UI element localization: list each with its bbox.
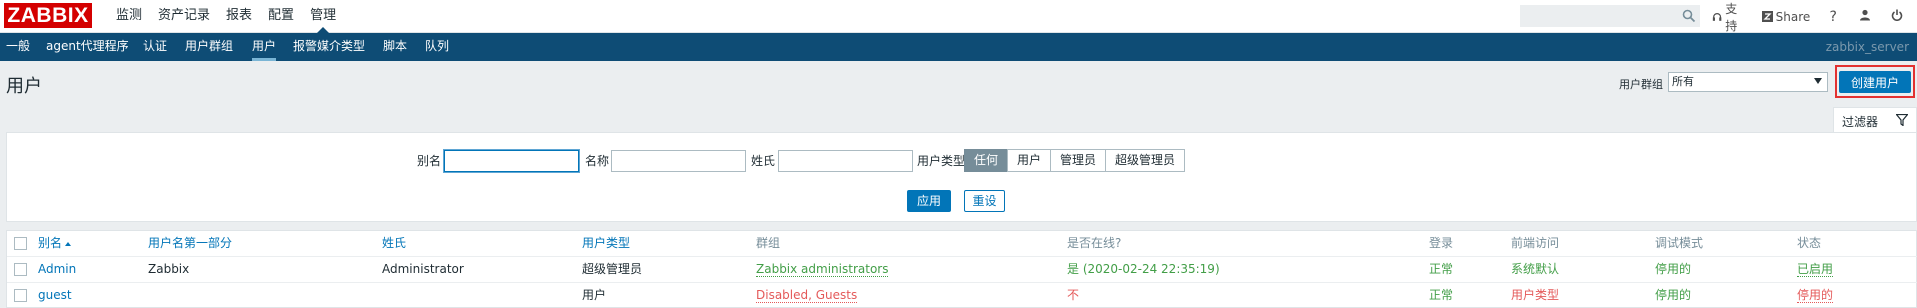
column-groups: 群组	[756, 236, 781, 250]
menu-configuration[interactable]: 配置	[260, 0, 302, 33]
row-checkbox[interactable]	[14, 289, 27, 302]
user-type-label: 用户类型	[917, 154, 966, 168]
user-type: 用户	[582, 288, 607, 302]
headset-icon	[1712, 12, 1722, 21]
sign-out-icon[interactable]	[1890, 9, 1904, 25]
usergroup-filter-label: 用户群组	[1619, 78, 1663, 91]
create-user-button[interactable]: 创建用户	[1839, 71, 1911, 93]
page-title: 用户	[6, 76, 42, 97]
user-alias-link[interactable]: guest	[38, 283, 72, 308]
user-type-user[interactable]: 用户	[1007, 149, 1052, 172]
user-groups-link[interactable]: Zabbix administrators	[756, 257, 889, 283]
help-icon[interactable]: ?	[1826, 9, 1840, 25]
name-label: 名称	[585, 154, 610, 168]
subnav-queue[interactable]: 队列	[425, 33, 449, 61]
sort-asc-icon	[65, 241, 72, 246]
column-online: 是否在线?	[1067, 236, 1122, 250]
subnav-media-types[interactable]: 报警媒介类型	[293, 33, 365, 61]
table-row: Admin Zabbix Administrator 超级管理员 Zabbix …	[7, 257, 1917, 283]
subnav-user-groups[interactable]: 用户群组	[185, 33, 233, 61]
chevron-down-icon	[1814, 78, 1822, 84]
user-alias-link[interactable]: Admin	[38, 257, 76, 283]
sub-nav: 一般 agent代理程序 认证 用户群组 用户 报警媒介类型 脚本 队列 zab…	[0, 33, 1917, 61]
name-input[interactable]	[611, 150, 746, 172]
menu-administration[interactable]: 管理	[302, 0, 344, 33]
user-profile-icon[interactable]	[1858, 9, 1872, 25]
subnav-users[interactable]: 用户	[252, 33, 277, 61]
alias-input[interactable]	[444, 150, 579, 172]
usergroup-select[interactable]: 所有	[1668, 72, 1828, 92]
surname-input[interactable]	[778, 150, 913, 172]
user-surname: Administrator	[382, 262, 464, 276]
user-frontend-access: 用户类型	[1511, 288, 1560, 302]
user-type-radio-group: 任何 用户 管理员 超级管理员	[964, 149, 1186, 172]
support-link[interactable]: 支持	[1712, 0, 1746, 34]
support-label: 支持	[1725, 1, 1738, 33]
global-search-input[interactable]	[1520, 5, 1700, 27]
server-name: zabbix_server	[1825, 40, 1909, 54]
user-online-status: 是 (2020-02-24 22:35:19)	[1067, 262, 1220, 276]
share-label: Share	[1775, 9, 1811, 24]
column-user-type[interactable]: 用户类型	[582, 231, 630, 257]
share-link[interactable]: Share	[1761, 9, 1811, 24]
column-status: 状态	[1797, 236, 1822, 250]
user-type-super-admin[interactable]: 超级管理员	[1105, 149, 1186, 172]
users-table: 别名 用户名第一部分 姓氏 用户类型 群组 是否在线? 登录 前端访问 调试模式…	[6, 230, 1917, 308]
column-frontend: 前端访问	[1511, 236, 1560, 250]
column-login: 登录	[1429, 236, 1454, 250]
user-type-any[interactable]: 任何	[964, 149, 1009, 172]
user-status-link[interactable]: 停用的	[1797, 283, 1834, 308]
menu-reports[interactable]: 报表	[218, 0, 260, 33]
main-menu: 监测 资产记录 报表 配置 管理	[108, 0, 344, 33]
usergroup-selected-value: 所有	[1672, 75, 1694, 88]
table-row: guest 用户 Disabled, Guests 不 正常 用户类型 停用的 …	[7, 283, 1917, 308]
user-frontend-access: 系统默认	[1511, 262, 1560, 276]
filter-tab[interactable]: 过滤器	[1833, 107, 1917, 132]
menu-inventory[interactable]: 资产记录	[150, 0, 218, 33]
zabbix-logo[interactable]: ZABBIX	[4, 3, 92, 28]
user-debug-mode: 停用的	[1655, 262, 1692, 276]
column-alias[interactable]: 别名	[38, 231, 72, 257]
table-header-row: 别名 用户名第一部分 姓氏 用户类型 群组 是否在线? 登录 前端访问 调试模式…	[7, 231, 1917, 257]
menu-monitoring[interactable]: 监测	[108, 0, 150, 33]
user-login-status: 正常	[1429, 262, 1454, 276]
subnav-scripts[interactable]: 脚本	[383, 33, 407, 61]
reset-button[interactable]: 重设	[964, 190, 1005, 212]
row-checkbox[interactable]	[14, 263, 27, 276]
surname-label: 姓氏	[751, 154, 776, 168]
subnav-proxies[interactable]: agent代理程序	[46, 33, 129, 61]
select-all-checkbox[interactable]	[14, 237, 27, 250]
search-icon[interactable]	[1682, 9, 1696, 23]
top-header: ZABBIX 监测 资产记录 报表 配置 管理 支持 Share ?	[0, 0, 1917, 33]
column-surname[interactable]: 姓氏	[382, 231, 406, 257]
header-links: 支持 Share ?	[1712, 0, 1917, 33]
user-debug-mode: 停用的	[1655, 288, 1692, 302]
filter-icon	[1896, 114, 1908, 126]
filter-tab-label: 过滤器	[1842, 115, 1879, 129]
user-status-link[interactable]: 已启用	[1797, 257, 1834, 283]
filter-panel: 别名 名称 姓氏 用户类型 任何 用户 管理员 超级管理员 应用 重设	[6, 132, 1917, 222]
user-online-status: 不	[1067, 288, 1080, 302]
share-z-icon	[1761, 11, 1773, 22]
user-name: Zabbix	[148, 262, 190, 276]
title-row: 用户 用户群组 所有 创建用户	[0, 61, 1917, 104]
user-type-admin[interactable]: 管理员	[1050, 149, 1107, 172]
subnav-general[interactable]: 一般	[6, 33, 30, 61]
user-login-status: 正常	[1429, 288, 1454, 302]
subnav-authentication[interactable]: 认证	[143, 33, 167, 61]
column-debug: 调试模式	[1655, 236, 1704, 250]
alias-label: 别名	[417, 154, 442, 168]
user-groups-link[interactable]: Disabled, Guests	[756, 283, 858, 308]
user-type: 超级管理员	[582, 262, 643, 276]
column-name[interactable]: 用户名第一部分	[148, 231, 232, 257]
apply-button[interactable]: 应用	[907, 190, 951, 212]
